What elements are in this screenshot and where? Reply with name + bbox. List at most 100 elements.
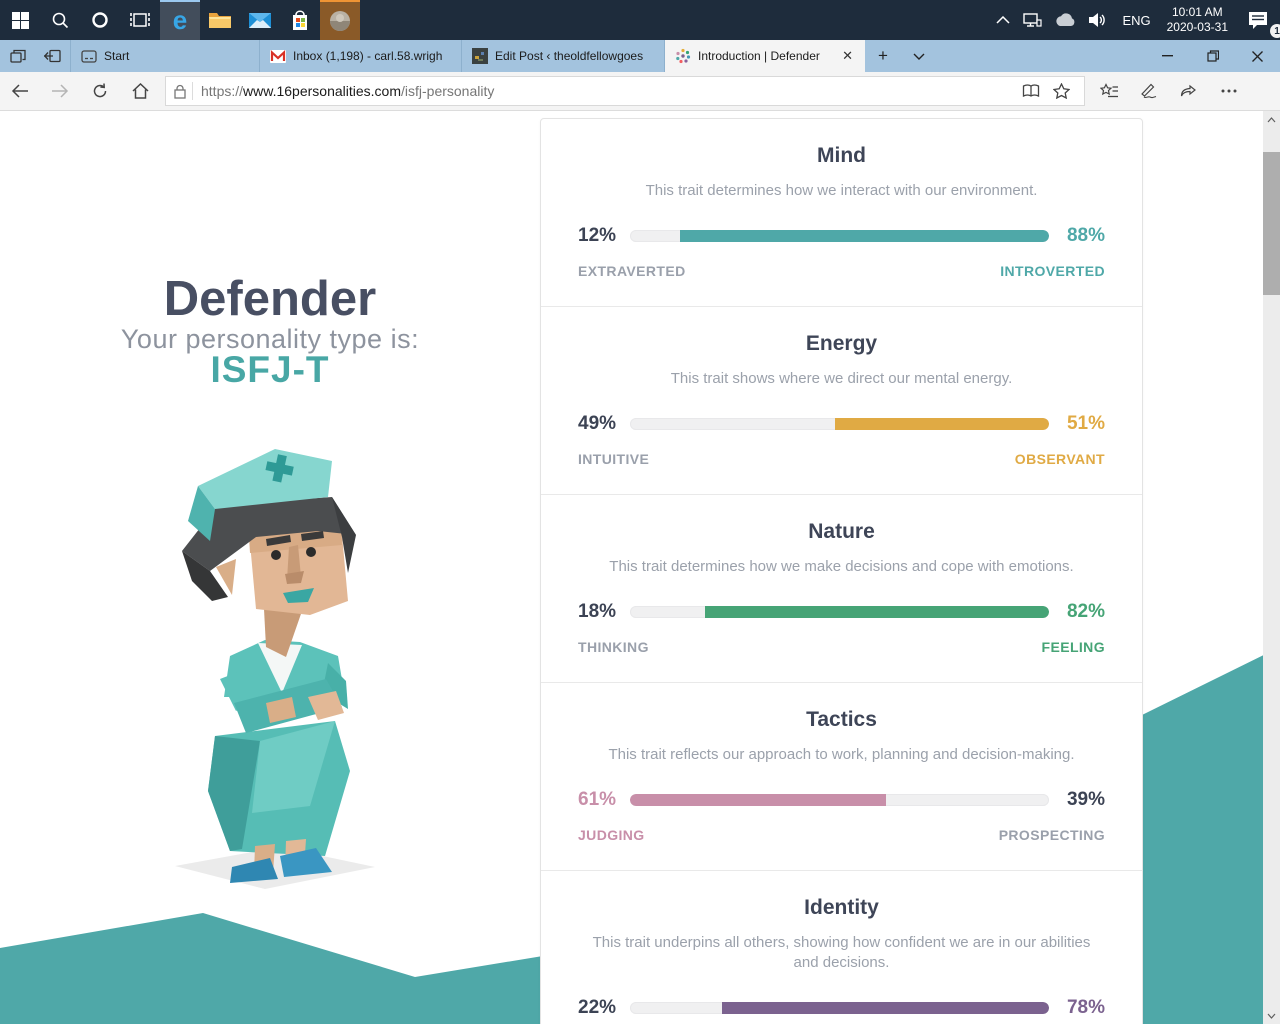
store-icon (289, 8, 311, 32)
home-button[interactable] (120, 72, 160, 110)
taskbar-store-button[interactable] (280, 0, 320, 40)
cortana-button[interactable] (80, 0, 120, 40)
trait-left-label: THINKING (578, 639, 649, 655)
restore-button[interactable] (1190, 40, 1235, 72)
taskbar-search-button[interactable] (40, 0, 80, 40)
trait-title: Tactics (578, 708, 1105, 732)
forward-button[interactable] (40, 72, 80, 110)
restore-icon (1207, 50, 1219, 62)
tray-expand-icon (996, 16, 1010, 24)
tab-gmail-inbox[interactable]: Inbox (1,198) - carl.58.wrigh (260, 40, 462, 72)
trait-left-percent: 22% (578, 997, 630, 1019)
trait-description: This trait reflects our approach to work… (592, 745, 1092, 765)
tab-label: Edit Post ‹ theoldfellowgoes (495, 49, 654, 63)
trait-title: Mind (578, 144, 1105, 168)
taskbar-photos-app-button[interactable] (320, 0, 360, 40)
action-center-button[interactable]: 1 (1236, 0, 1280, 40)
chevron-down-icon (1267, 1013, 1276, 1019)
add-favorite-button[interactable] (1046, 77, 1076, 105)
trait-right-label: INTROVERTED (1000, 263, 1105, 279)
tab-preview-icon (10, 49, 26, 63)
trait-title: Identity (578, 896, 1105, 920)
annotate-pen-icon (1140, 83, 1158, 99)
16personalities-icon (675, 48, 691, 64)
trait-left-label: JUDGING (578, 827, 645, 843)
favorite-star-icon (1053, 83, 1070, 99)
tab-label: Start (104, 49, 249, 63)
trait-left-label: INTUITIVE (578, 451, 649, 467)
trait-section-tactics: Tactics This trait reflects our approach… (541, 682, 1142, 870)
network-tray-button[interactable] (1016, 0, 1048, 40)
browser-toolbar: https://www.16personalities.com/isfj-per… (0, 72, 1280, 111)
trait-bar (630, 230, 1049, 242)
edge-icon: e (167, 8, 193, 34)
taskbar-file-explorer-button[interactable] (200, 0, 240, 40)
set-aside-tabs-button[interactable] (35, 40, 70, 72)
clock[interactable]: 10:01 AM 2020-03-31 (1159, 0, 1236, 40)
trait-section-identity: Identity This trait underpins all others… (541, 870, 1142, 1024)
minimize-button[interactable] (1145, 40, 1190, 72)
trait-title: Energy (578, 332, 1105, 356)
set-aside-tabs-icon (44, 49, 61, 63)
scrollbar-thumb[interactable] (1263, 152, 1280, 295)
reading-view-icon (1022, 84, 1040, 98)
tab-active-introduction-defender[interactable]: Introduction | Defender ✕ (665, 40, 865, 72)
defender-nurse-illustration (160, 441, 420, 891)
trait-results-card: Mind This trait determines how we intera… (540, 118, 1143, 1024)
refresh-button[interactable] (80, 72, 120, 110)
volume-tray-button[interactable] (1082, 0, 1114, 40)
trait-right-label: PROSPECTING (999, 827, 1105, 843)
close-window-button[interactable] (1235, 40, 1280, 72)
task-view-button[interactable] (120, 0, 160, 40)
hub-icon (1100, 83, 1119, 99)
tab-preview-button[interactable] (0, 40, 35, 72)
page-scrollbar[interactable] (1263, 111, 1280, 1024)
share-icon (1180, 83, 1198, 99)
trait-title: Nature (578, 520, 1105, 544)
back-button[interactable] (0, 72, 40, 110)
tray-expand-button[interactable] (990, 0, 1016, 40)
trait-right-label: OBSERVANT (1015, 451, 1105, 467)
url-scheme: https:// (201, 83, 243, 99)
onedrive-tray-button[interactable] (1048, 0, 1082, 40)
trait-left-percent: 49% (578, 413, 630, 435)
share-button[interactable] (1169, 72, 1209, 110)
url-text[interactable]: https://www.16personalities.com/isfj-per… (201, 83, 1016, 99)
onedrive-icon (1054, 13, 1076, 27)
annotate-button[interactable] (1129, 72, 1169, 110)
personality-type-name: Defender (0, 271, 540, 327)
scrollbar-up-button[interactable] (1263, 111, 1280, 128)
personality-type-code: ISFJ-T (0, 349, 540, 391)
new-tab-button[interactable]: + (865, 40, 901, 72)
mail-icon (248, 11, 272, 30)
trait-description: This trait underpins all others, showing… (592, 933, 1092, 973)
settings-more-button[interactable] (1209, 72, 1249, 110)
gmail-icon (270, 50, 286, 63)
trait-left-label: EXTRAVERTED (578, 263, 686, 279)
task-view-icon (130, 11, 150, 29)
start-button[interactable] (0, 0, 40, 40)
trait-left-percent: 61% (578, 789, 630, 811)
svg-text:e: e (173, 8, 187, 34)
trait-bar (630, 606, 1049, 618)
trait-description: This trait determines how we interact wi… (592, 181, 1092, 201)
taskbar-mail-button[interactable] (240, 0, 280, 40)
taskbar-edge-button[interactable]: e (160, 0, 200, 40)
language-indicator[interactable]: ENG (1114, 0, 1158, 40)
clock-date: 2020-03-31 (1167, 20, 1228, 35)
hub-button[interactable] (1089, 72, 1129, 110)
tab-wordpress-edit-post[interactable]: Edit Post ‹ theoldfellowgoes (462, 40, 665, 72)
address-bar[interactable]: https://www.16personalities.com/isfj-per… (165, 76, 1085, 106)
trait-right-percent: 78% (1049, 997, 1105, 1019)
trait-section-mind: Mind This trait determines how we intera… (541, 119, 1142, 306)
tab-list-dropdown-button[interactable] (901, 40, 937, 72)
trait-bar (630, 794, 1049, 806)
scrollbar-down-button[interactable] (1263, 1007, 1280, 1024)
url-path: /isfj-personality (401, 83, 494, 99)
tab-close-button[interactable]: ✕ (840, 48, 855, 64)
trait-right-percent: 82% (1049, 601, 1105, 623)
tab-start[interactable]: Start (70, 40, 260, 72)
start-page-icon (81, 50, 97, 63)
cortana-icon (91, 11, 109, 29)
reading-view-button[interactable] (1016, 77, 1046, 105)
